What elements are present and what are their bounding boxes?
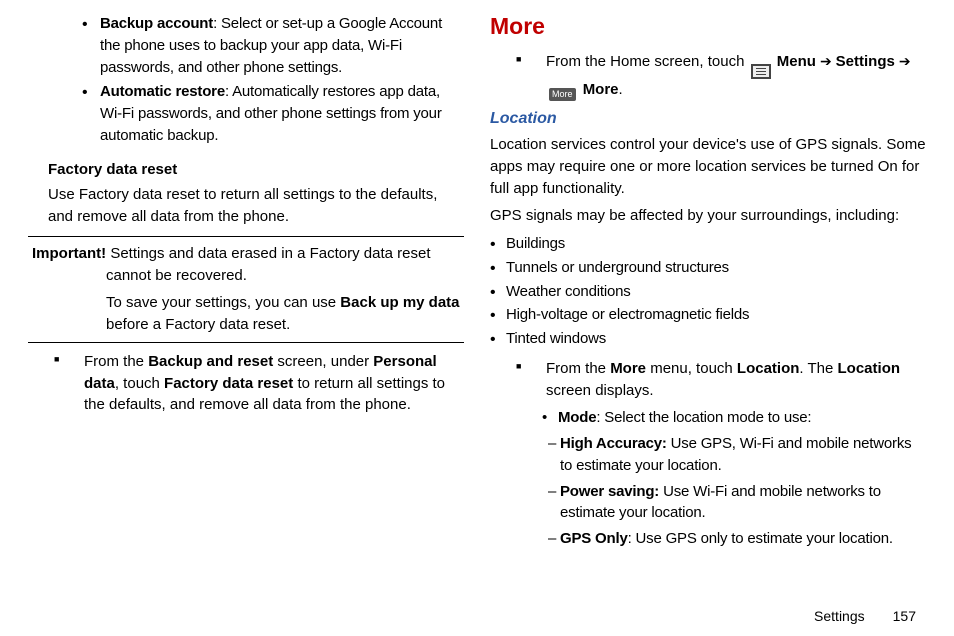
important-line1: Settings and data erased in a Factory da… <box>106 245 431 284</box>
mode-def: : Select the location mode to use: <box>596 409 811 426</box>
arrow-icon: ➔ <box>899 53 911 69</box>
footer-chapter: Settings <box>814 608 865 624</box>
bullet-auto-restore: Automatic restore: Automatically restore… <box>82 81 464 146</box>
gps-factor: High-voltage or electromagnetic fields <box>490 304 926 326</box>
left-column: Backup account: Select or set-up a Googl… <box>28 10 464 630</box>
go-def: : Use GPS only to estimate your location… <box>628 530 893 547</box>
go-title: GPS Only <box>560 530 628 547</box>
ha-title: High Accuracy: <box>560 435 671 452</box>
step-fdr-e: , touch <box>115 375 164 392</box>
gps-factor: Tunnels or underground structures <box>490 257 926 279</box>
important-block: Important! Settings and data erased in a… <box>32 243 460 336</box>
dash-gps-only: GPS Only: Use GPS only to estimate your … <box>548 528 926 550</box>
term-backup-account: Backup account <box>100 15 213 32</box>
step-nav-more: From the Home screen, touch Menu➔Setting… <box>490 51 926 101</box>
important-label: Important! <box>32 245 110 262</box>
term-auto-restore: Automatic restore <box>100 83 225 100</box>
step-fdr-f: Factory data reset <box>164 375 293 392</box>
nav-more-label: More <box>583 81 619 98</box>
divider-bottom <box>28 342 464 343</box>
gps-factor: Tinted windows <box>490 328 926 350</box>
step-fdr: From the Backup and reset screen, under … <box>28 351 464 416</box>
step-fdr-c: screen, under <box>273 353 373 370</box>
para-fdr: Use Factory data reset to return all set… <box>48 184 464 228</box>
step-fdr-a: From the <box>84 353 148 370</box>
step-loc-f: Location <box>838 360 901 377</box>
step-loc-a: From the <box>546 360 610 377</box>
dash-power-saving: Power saving: Use Wi-Fi and mobile netwo… <box>548 481 926 525</box>
more-icon: More <box>549 88 576 101</box>
step-loc-b: More <box>610 360 646 377</box>
nav-menu-label: Menu <box>777 53 816 70</box>
step-loc-g: screen displays. <box>546 382 654 399</box>
menu-icon <box>751 64 771 79</box>
arrow-icon: ➔ <box>820 53 832 69</box>
gps-factor: Buildings <box>490 233 926 255</box>
mode-title: Mode <box>558 409 596 426</box>
step-loc-e: . The <box>799 360 837 377</box>
heading-location: Location <box>490 107 926 130</box>
important-line2a: To save your settings, you can use <box>106 294 340 311</box>
step-location: From the More menu, touch Location. The … <box>490 358 926 402</box>
bullet-backup-account: Backup account: Select or set-up a Googl… <box>82 13 464 78</box>
important-line2c: before a Factory data reset. <box>106 316 290 333</box>
nav-period: . <box>619 81 623 98</box>
heading-factory-data-reset: Factory data reset <box>48 159 464 181</box>
ps-title: Power saving: <box>560 483 663 500</box>
step-loc-d: Location <box>737 360 800 377</box>
footer: Settings 157 <box>814 608 916 624</box>
dash-high-accuracy: High Accuracy: Use GPS, Wi-Fi and mobile… <box>548 433 926 477</box>
divider-top <box>28 236 464 237</box>
bullet-mode: Mode: Select the location mode to use: <box>528 407 926 429</box>
right-column: More From the Home screen, touch Menu➔Se… <box>490 10 926 630</box>
nav-text-a: From the Home screen, touch <box>546 53 749 70</box>
footer-page: 157 <box>893 608 916 624</box>
step-loc-c: menu, touch <box>646 360 737 377</box>
para-location-2: GPS signals may be affected by your surr… <box>490 205 926 227</box>
gps-factor: Weather conditions <box>490 281 926 303</box>
important-line2b: Back up my data <box>340 294 459 311</box>
heading-more: More <box>490 10 926 43</box>
step-fdr-b: Backup and reset <box>148 353 273 370</box>
nav-settings-label: Settings <box>836 53 895 70</box>
para-location-1: Location services control your device's … <box>490 134 926 199</box>
